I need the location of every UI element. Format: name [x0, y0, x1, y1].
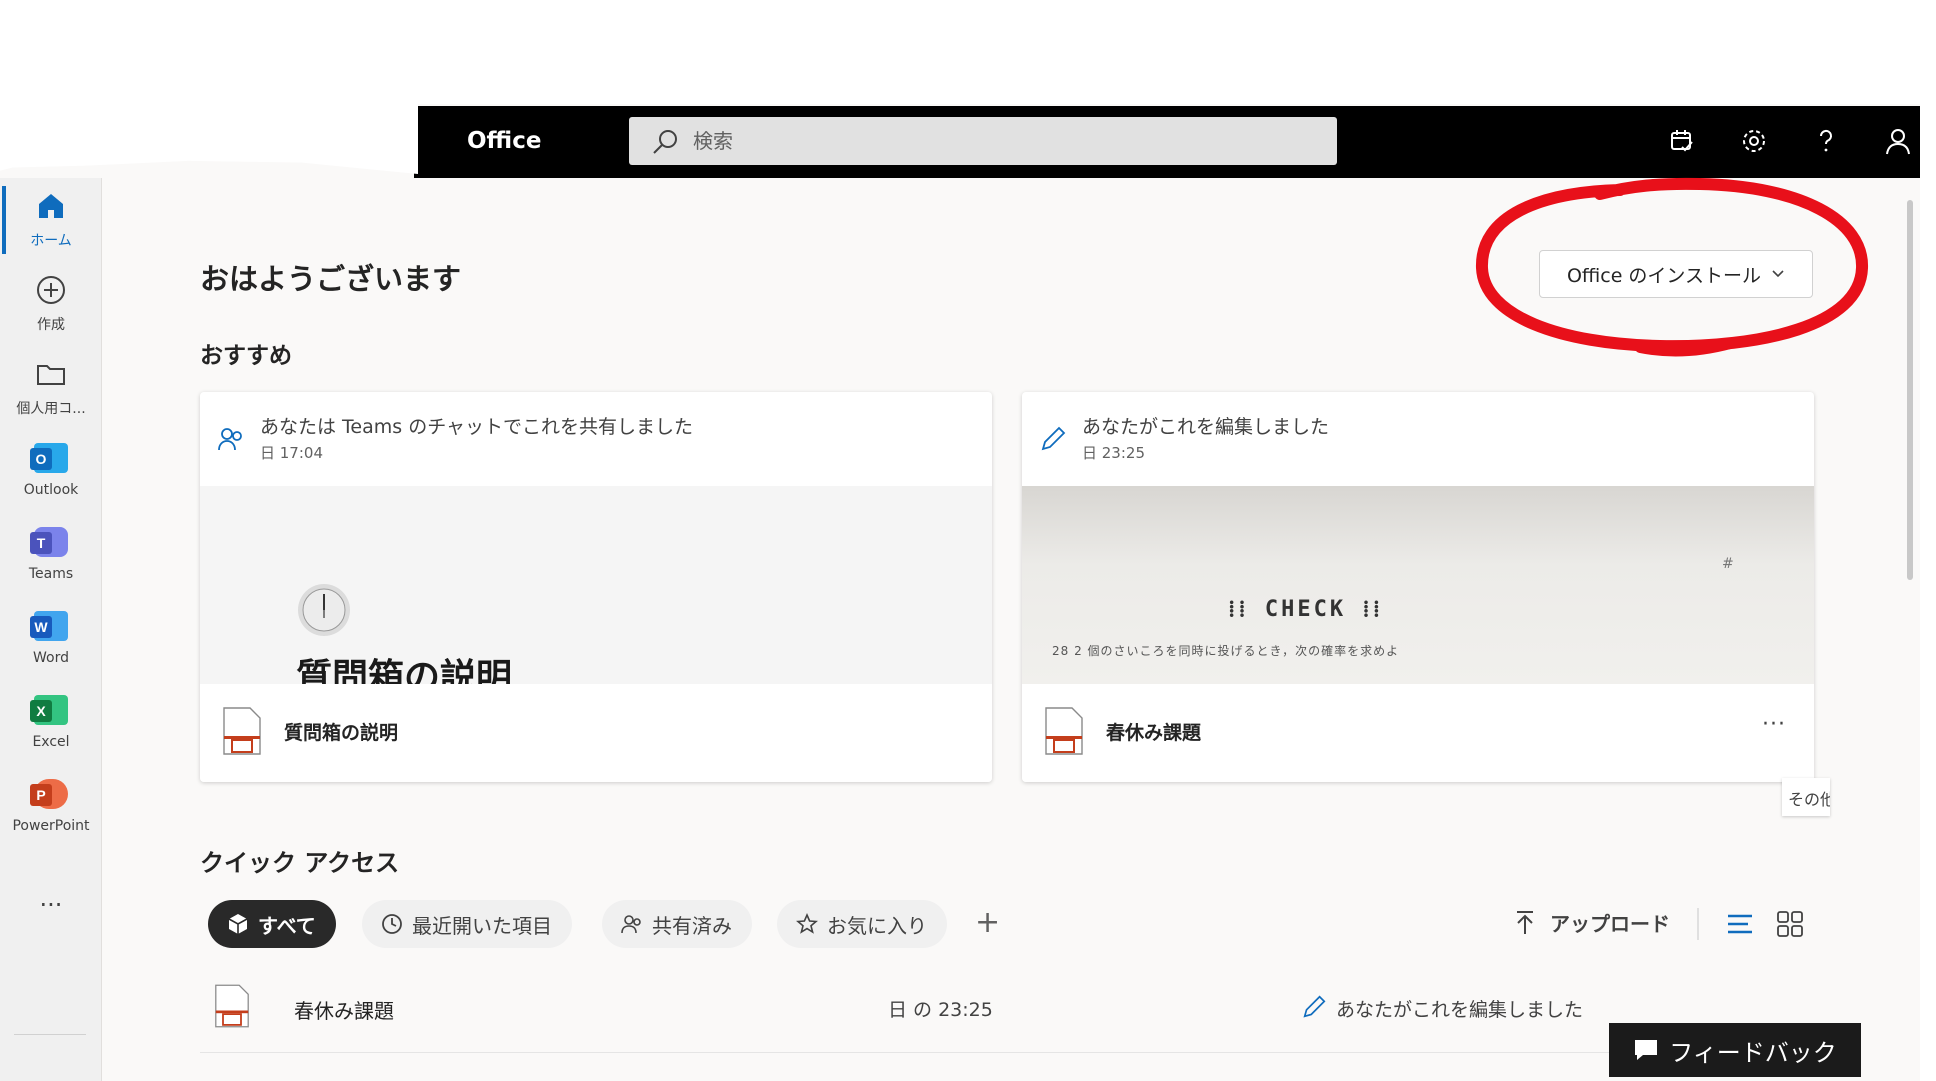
outlook-icon: O [30, 443, 68, 473]
card-footer: 春休み課題 ··· [1022, 684, 1814, 782]
create-icon [33, 272, 69, 308]
clock-icon [382, 914, 402, 934]
card-header: あなたは Teams のチャットでこれを共有しました 日 17:04 [200, 392, 992, 486]
help-icon[interactable] [1809, 124, 1843, 158]
thumbnail-check-heading: ⁞⁞ CHECK ⁞⁞ [1228, 597, 1384, 622]
add-filter-button[interactable]: + [975, 905, 1000, 941]
rail-item-home[interactable]: ホーム [0, 178, 102, 258]
thumbnail-title: 質問箱の説明 [296, 657, 513, 684]
recommended-card-1[interactable]: あなたは Teams のチャットでこれを共有しました 日 17:04 質問箱の説… [200, 392, 992, 782]
card-more-button[interactable]: ··· [1762, 712, 1786, 737]
star-icon [796, 912, 818, 934]
list-view-icon[interactable] [1724, 908, 1756, 940]
search-icon [653, 130, 677, 154]
filter-recent-chip[interactable]: 最近開いた項目 [362, 900, 572, 948]
rail-item-my-content[interactable]: 個人用コ... [0, 346, 102, 426]
chevron-down-icon [1772, 270, 1784, 278]
file-activity: あなたがこれを編集しました [1336, 999, 1584, 1021]
people-icon [218, 428, 242, 451]
rail-item-teams[interactable]: T Teams [0, 514, 102, 594]
rail-divider [14, 1034, 86, 1035]
card-file-name: 春休み課題 [1106, 722, 1202, 744]
install-office-button[interactable]: Office のインストール [1539, 250, 1813, 298]
page-greeting: おはようございます [200, 262, 462, 296]
feedback-button[interactable]: フィードバック [1609, 1023, 1861, 1077]
card-file-name: 質問箱の説明 [284, 722, 399, 744]
word-icon: W [30, 611, 68, 641]
file-name: 春休み課題 [294, 999, 394, 1023]
card-header: あなたがこれを編集しました 日 23:25 [1022, 392, 1814, 486]
filter-all-chip[interactable]: すべて [208, 900, 336, 948]
more-icon: ... [39, 884, 63, 912]
card-time: 日 17:04 [260, 444, 323, 462]
file-date: 日 の 23:25 [888, 999, 993, 1021]
chat-bubble-icon [1635, 1040, 1658, 1060]
teams-icon: T [30, 527, 68, 557]
my-day-icon[interactable] [1665, 124, 1699, 158]
upload-arrow-icon [1517, 910, 1533, 934]
excel-icon: X [30, 695, 68, 725]
view-divider [1697, 908, 1699, 940]
folder-icon [33, 356, 69, 392]
scrollbar[interactable] [1907, 200, 1913, 580]
file-row[interactable]: 春休み課題 日 の 23:25 あなたがこれを編集しました [200, 973, 1812, 1053]
page-edge [1920, 178, 1936, 1081]
more-options-tooltip: その他 [1782, 778, 1830, 816]
left-rail: ホーム 作成 個人用コ... O Outlook T Teams W Word … [0, 178, 102, 1081]
rail-item-powerpoint[interactable]: P PowerPoint [0, 766, 102, 846]
quick-access-title: クイック アクセス [200, 849, 400, 877]
rail-item-create[interactable]: 作成 [0, 262, 102, 342]
account-icon[interactable] [1881, 124, 1915, 158]
thumbnail-text-line: 28 2 個のさいころを同時に投げるとき，次の確率を求めよ [1052, 644, 1400, 658]
people-icon [621, 915, 641, 934]
search-input[interactable] [693, 117, 1293, 165]
thumbnail-mark: # [1722, 556, 1734, 572]
rail-item-excel[interactable]: X Excel [0, 682, 102, 762]
card-activity: あなたは Teams のチャットでこれを共有しました [260, 416, 694, 438]
card-thumbnail: 質問箱の説明 [200, 486, 992, 684]
grid-view-icon[interactable] [1774, 908, 1806, 940]
recommended-section-title: おすすめ [200, 343, 292, 369]
search-box[interactable] [629, 117, 1337, 165]
powerpoint-file-icon [223, 707, 261, 755]
install-office-label: Office のインストール [1566, 264, 1762, 287]
rail-item-word[interactable]: W Word [0, 598, 102, 678]
rail-item-outlook[interactable]: O Outlook [0, 430, 102, 510]
filter-favorites-chip[interactable]: お気に入り [777, 900, 947, 948]
recommended-card-2[interactable]: あなたがこれを編集しました 日 23:25 ⁞⁞ CHECK ⁞⁞ 28 2 個… [1022, 392, 1814, 782]
pencil-icon [1041, 426, 1066, 451]
upload-button[interactable]: アップロード [1514, 908, 1670, 937]
powerpoint-file-icon [1045, 707, 1083, 755]
rail-more-button[interactable]: ... [0, 868, 102, 948]
card-footer: 質問箱の説明 [200, 684, 992, 782]
clock-icon [298, 584, 350, 636]
settings-gear-icon[interactable] [1737, 124, 1771, 158]
cube-icon [228, 914, 248, 934]
card-time: 日 23:25 [1082, 444, 1145, 462]
pencil-icon [1303, 995, 1326, 1018]
rail-active-indicator [2, 186, 6, 254]
card-activity: あなたがこれを編集しました [1082, 416, 1330, 438]
home-icon [33, 188, 69, 224]
app-title[interactable]: Office [467, 128, 541, 154]
powerpoint-icon: P [30, 779, 68, 809]
powerpoint-file-icon [215, 984, 249, 1028]
filter-shared-chip[interactable]: 共有済み [602, 900, 752, 948]
card-thumbnail: ⁞⁞ CHECK ⁞⁞ 28 2 個のさいころを同時に投げるとき，次の確率を求め… [1022, 486, 1814, 684]
